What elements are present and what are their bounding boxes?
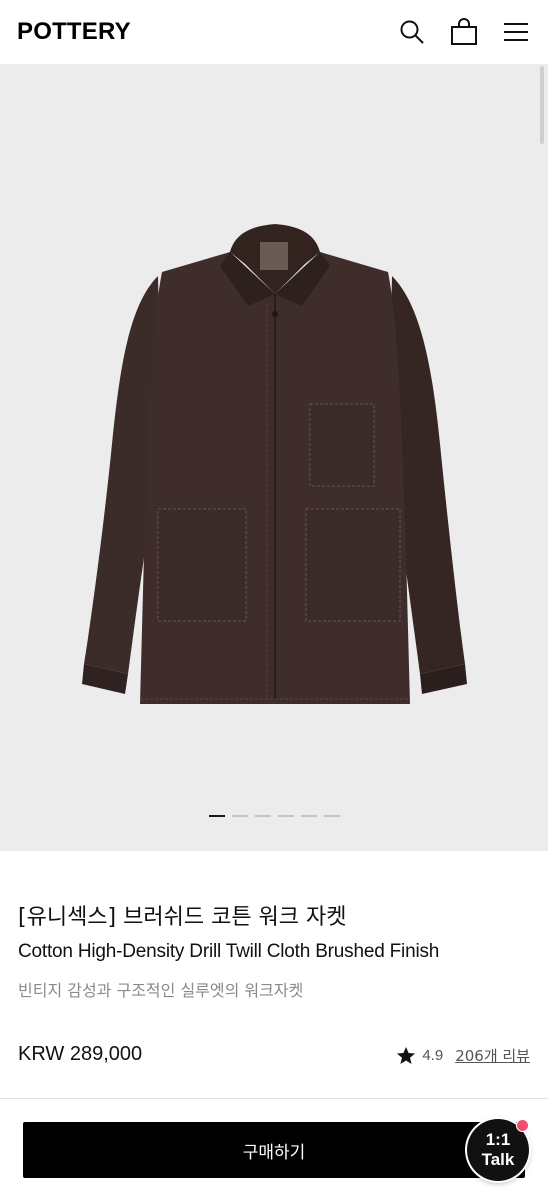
product-image-jacket — [82, 224, 467, 704]
product-title-english: Cotton High-Density Drill Twill Cloth Br… — [18, 941, 440, 962]
product-subtitle: 빈티지 감성과 구조적인 실루엣의 워크자켓 — [18, 981, 304, 1000]
gallery-dot[interactable] — [254, 815, 271, 817]
divider — [0, 1098, 548, 1099]
buy-button[interactable]: 구매하기 — [23, 1122, 525, 1178]
gallery-dot[interactable] — [231, 815, 248, 817]
gallery-dot[interactable] — [277, 815, 294, 817]
gallery-dot[interactable] — [300, 815, 317, 817]
rating-score: 4.9 — [422, 1047, 444, 1064]
search-icon[interactable] — [398, 18, 426, 46]
bag-icon[interactable] — [450, 18, 478, 46]
menu-icon[interactable] — [502, 18, 530, 46]
talk-line-1: 1:1 — [485, 1130, 511, 1149]
notification-badge — [516, 1119, 529, 1132]
header-icons — [398, 18, 530, 46]
gallery-dot[interactable] — [208, 815, 225, 817]
talk-line-2: Talk — [481, 1150, 515, 1169]
brand-logo[interactable]: POTTERY — [17, 18, 131, 46]
product-image-gallery[interactable] — [0, 64, 548, 851]
scrollbar[interactable] — [540, 66, 544, 144]
star-icon — [397, 1046, 416, 1064]
product-price: KRW 289,000 — [18, 1043, 143, 1065]
reviews-link[interactable]: 206개 리뷰 — [455, 1045, 530, 1066]
header: POTTERY — [0, 0, 548, 64]
gallery-pagination — [0, 815, 548, 817]
product-title-korean: [유니섹스] 브러쉬드 코튼 워크 자켓 — [18, 905, 347, 930]
product-rating: 4.9 206개 리뷰 — [396, 1045, 530, 1066]
gallery-dot[interactable] — [323, 815, 340, 817]
